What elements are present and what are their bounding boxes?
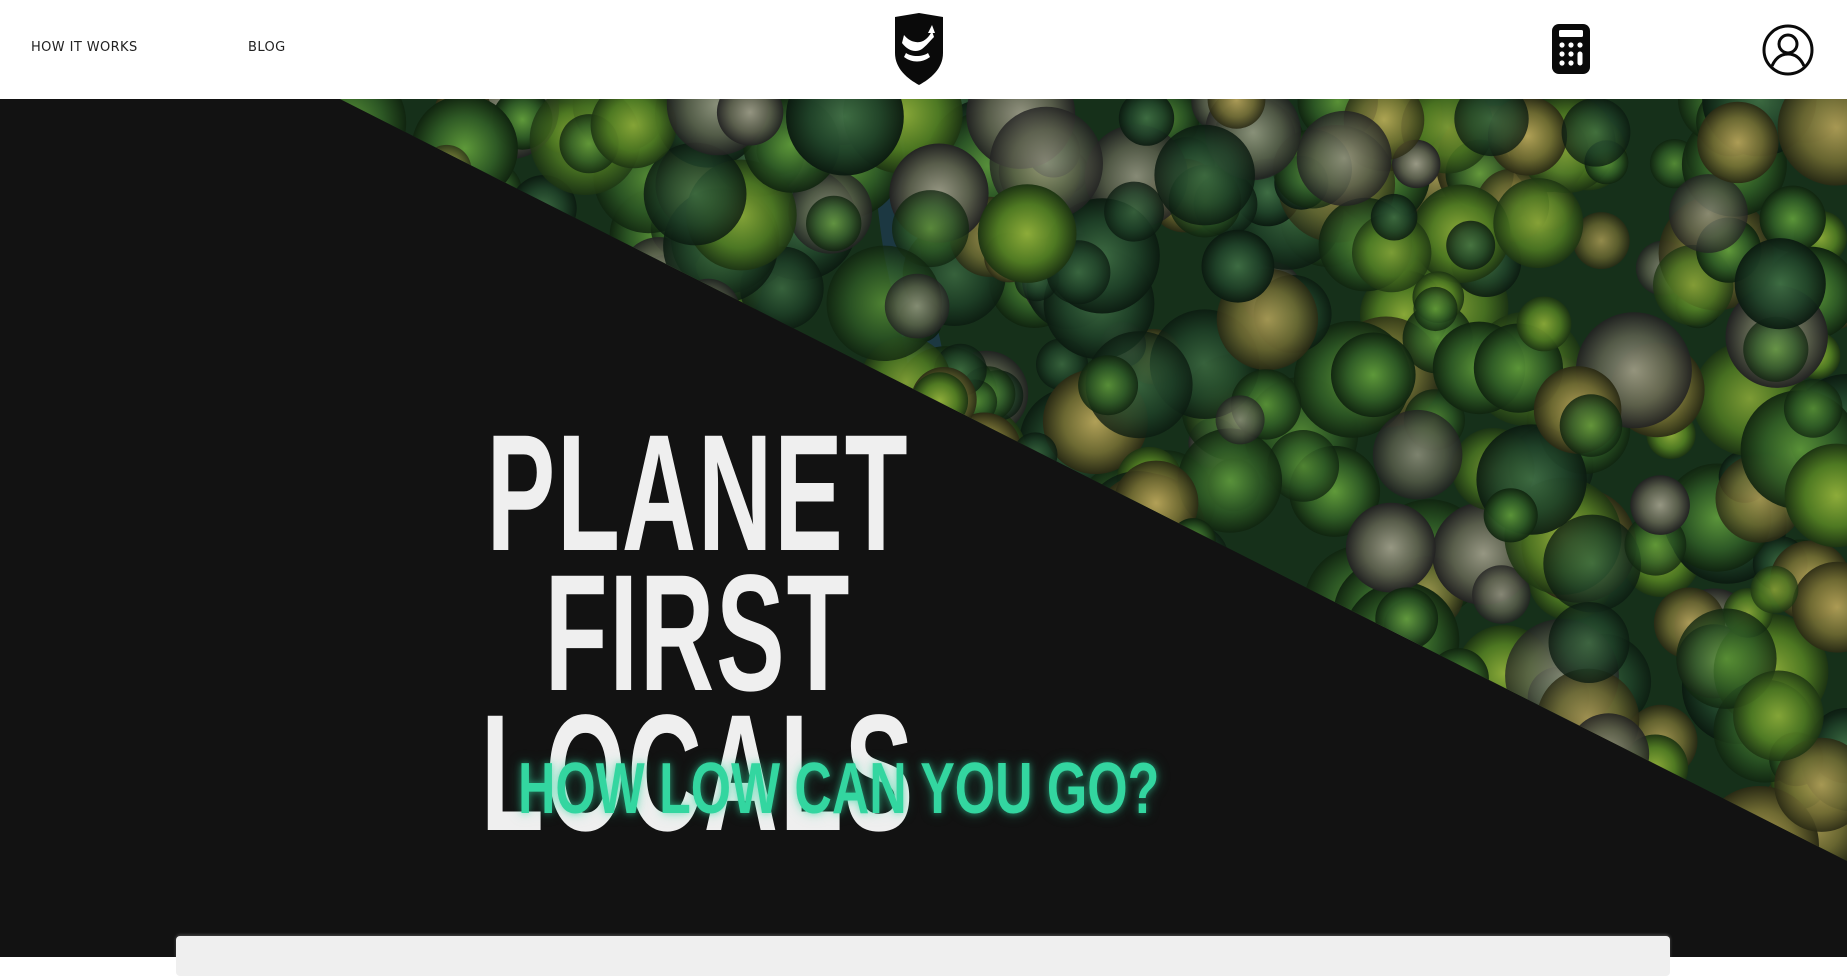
shield-logo-icon[interactable]: [892, 13, 946, 85]
nav-blog[interactable]: BLOG: [248, 40, 286, 55]
user-account-icon[interactable]: [1762, 24, 1814, 76]
nav-how-it-works[interactable]: HOW IT WORKS: [31, 40, 138, 55]
hero-tagline: HOW LOW CAN YOU GO?: [518, 749, 1160, 829]
hero-section: PLANET FIRST LOCALS HOW LOW CAN YOU GO?: [0, 99, 1847, 957]
site-header: HOW IT WORKS BLOG: [0, 0, 1847, 99]
content-panel: [176, 936, 1670, 976]
calculator-icon[interactable]: [1552, 24, 1590, 76]
headline-line-1: PLANET FIRST: [486, 401, 910, 726]
